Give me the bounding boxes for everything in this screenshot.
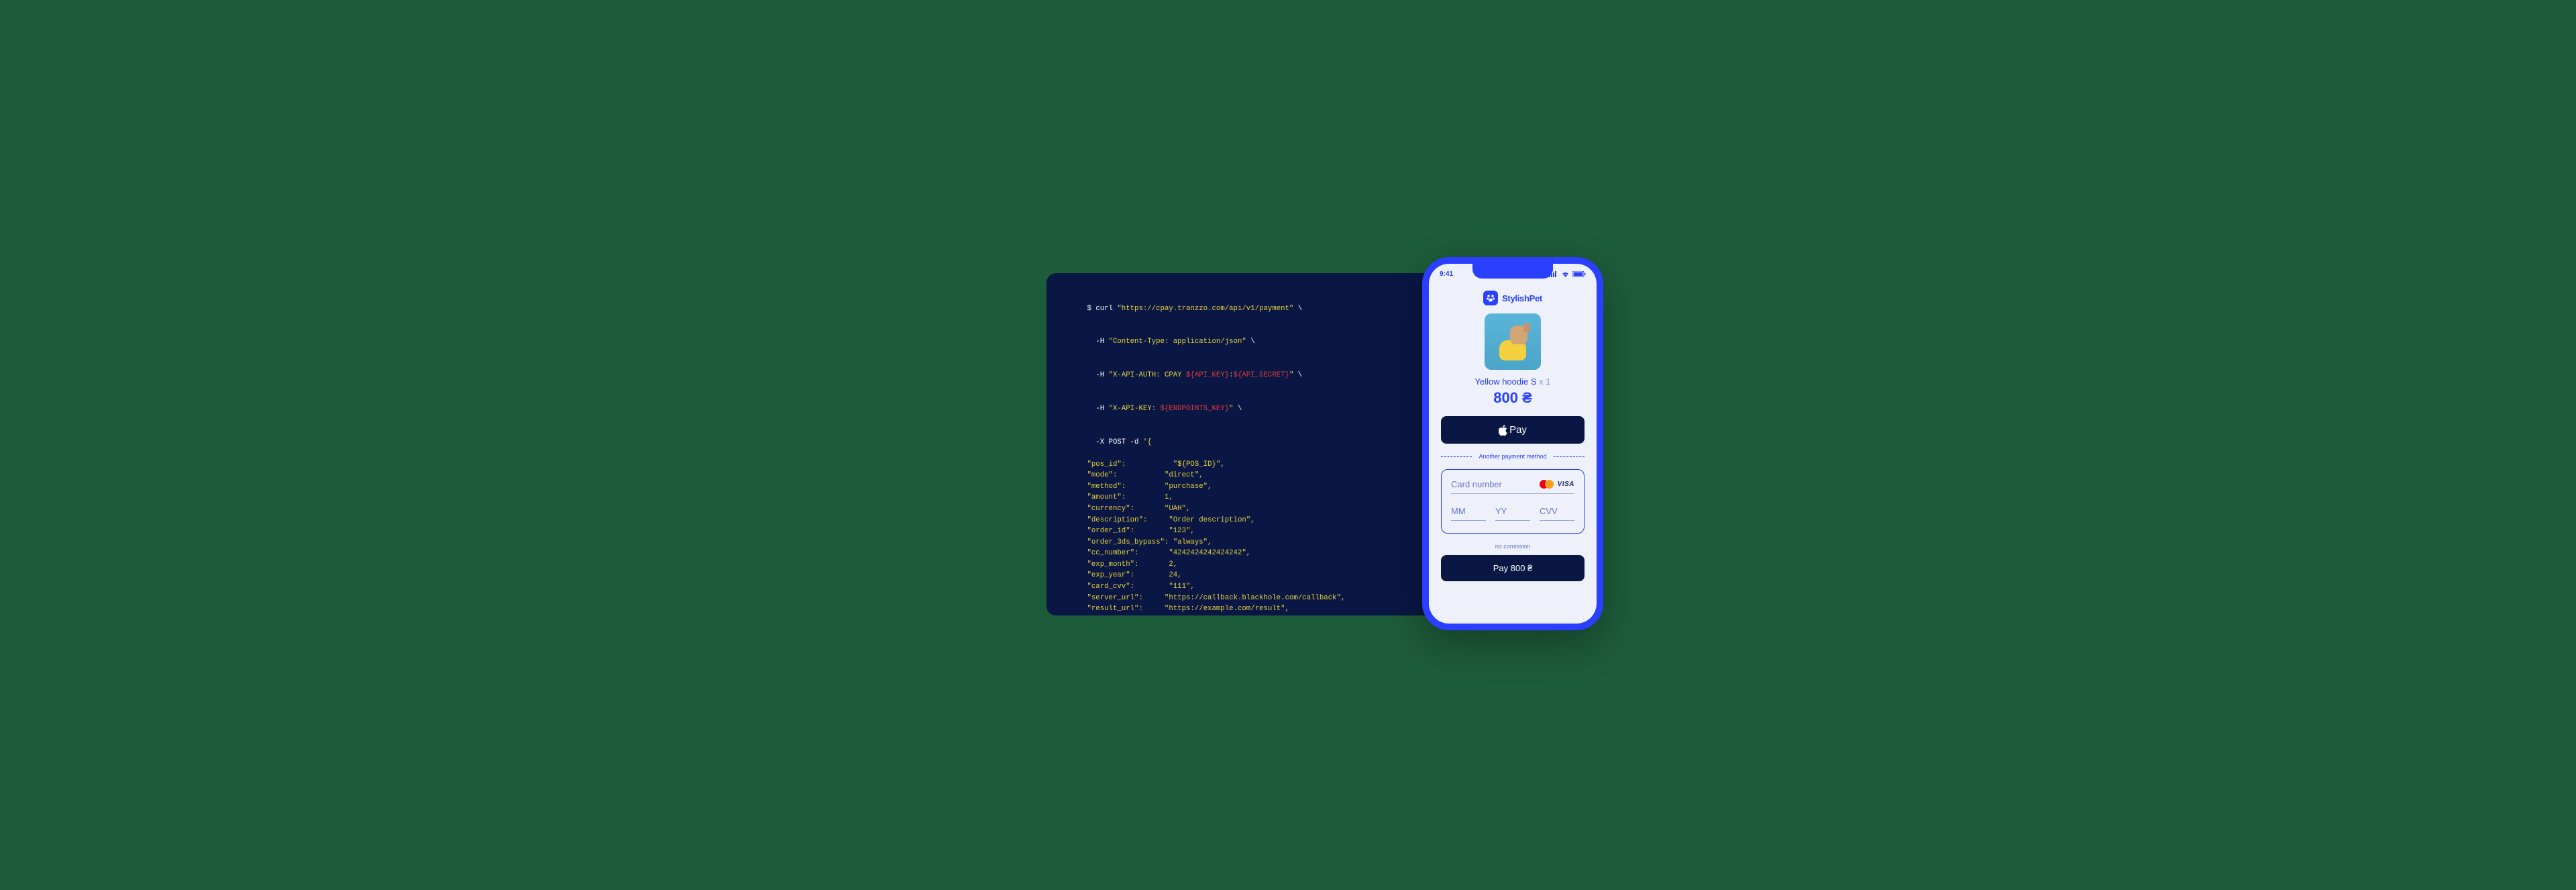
curl-url: "https://cpay.tranzzo.com/api/v1/payment…: [1117, 305, 1293, 313]
mastercard-icon: [1540, 480, 1554, 489]
card-number-input[interactable]: Card number: [1451, 479, 1502, 489]
code-terminal: $ curl "https://cpay.tranzzo.com/api/v1/…: [1046, 273, 1476, 615]
product-qty: x 1: [1537, 377, 1551, 387]
visa-icon: VISA: [1558, 481, 1574, 488]
brand-name: StylishPet: [1502, 293, 1542, 303]
apple-icon: [1499, 425, 1508, 436]
wifi-icon: [1561, 271, 1570, 277]
payload-body: "pos_id": "${POS_ID}", "mode": "direct",…: [1061, 459, 1461, 615]
divider-text: Another payment method: [1479, 453, 1546, 460]
cvv-input[interactable]: CVV: [1540, 506, 1574, 521]
prompt: $: [1087, 305, 1095, 313]
card-form: Card number VISA MM YY CVV: [1441, 469, 1585, 534]
no-commission-text: no comission: [1441, 543, 1585, 550]
battery-icon: [1572, 271, 1586, 277]
phone-screen: 9:41 StylishPet: [1429, 264, 1597, 624]
paw-icon: [1483, 291, 1498, 305]
expiry-month-input[interactable]: MM: [1451, 506, 1486, 521]
price: 800 ₴: [1441, 389, 1585, 407]
signal-icon: [1549, 271, 1558, 277]
status-time: 9:41: [1440, 270, 1453, 278]
card-logos: VISA: [1540, 480, 1574, 489]
status-bar: 9:41: [1429, 268, 1597, 280]
pay-button[interactable]: Pay 800 ₴: [1441, 555, 1585, 581]
payment-divider: Another payment method: [1441, 453, 1585, 460]
product-image: [1485, 313, 1541, 370]
product-title: Yellow hoodie S x 1: [1441, 377, 1585, 387]
curl-cmd: curl: [1095, 305, 1117, 313]
apple-pay-label: Pay: [1509, 424, 1527, 436]
apple-pay-button[interactable]: Pay: [1441, 416, 1585, 444]
brand: StylishPet: [1441, 291, 1585, 305]
status-icons: [1549, 271, 1586, 277]
phone-mockup: 9:41 StylishPet: [1422, 257, 1603, 630]
expiry-year-input[interactable]: YY: [1495, 506, 1530, 521]
